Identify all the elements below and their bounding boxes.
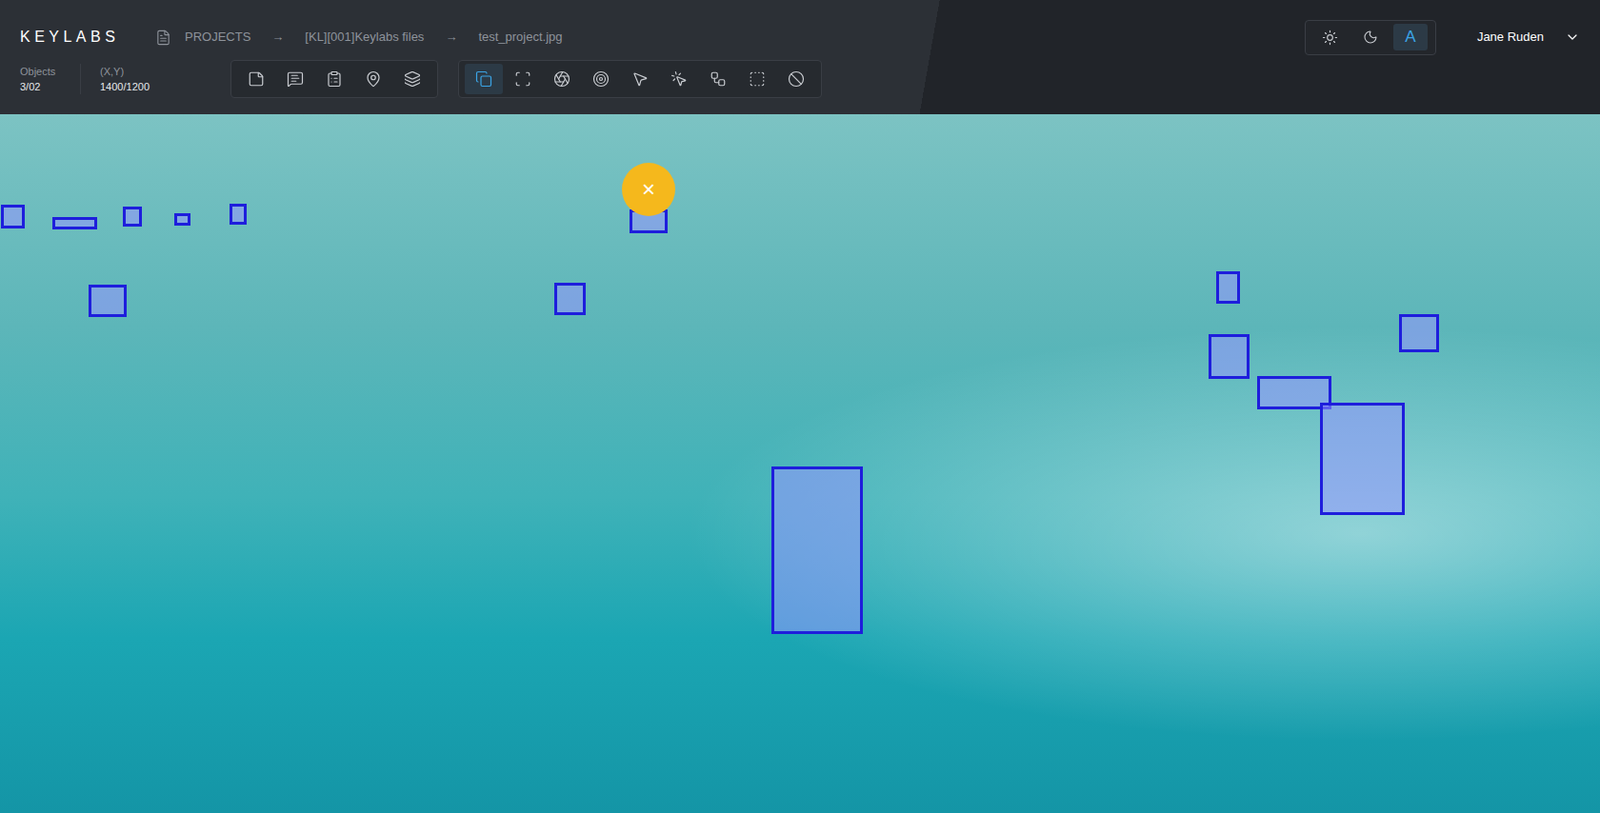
points-tool-button[interactable] [503,63,542,95]
pin-icon [364,70,382,88]
skeleton-tool-button[interactable] [699,63,738,95]
layers-tool-button[interactable] [393,63,432,95]
clear-icon [787,70,805,88]
pointer-tool-button[interactable] [620,63,660,95]
bounding-box[interactable] [174,213,191,226]
bounding-box[interactable] [122,206,142,227]
tool-group [230,60,439,99]
list-tool-button[interactable] [315,63,354,95]
theme-switcher: A [1304,20,1437,56]
bounding-box[interactable] [229,203,247,225]
comment-icon [286,70,304,88]
user-name: Jane Ruden [1477,27,1544,47]
image-canvas[interactable]: × [0,114,1600,813]
box-tool-button[interactable] [464,63,503,95]
bounding-box[interactable] [52,217,98,230]
stat-label: (X,Y) [100,63,234,80]
selection-icon [748,70,766,88]
pin-tool-button[interactable] [354,63,393,95]
breadcrumb: PROJECTS → [KL][001]Keylabs files → test_pro… [155,27,563,47]
click-tool-button[interactable] [660,63,699,95]
delete-box-button[interactable]: × [621,162,676,217]
top-row: KEYLABS PROJECTS → [KL][001]Keylabs files → t… [20,0,1580,60]
breadcrumb-item[interactable]: test_project.jpg [478,27,562,47]
polygon-tool-button[interactable] [542,63,581,95]
list-icon [325,70,343,88]
comment-tool-button[interactable] [276,63,315,95]
breadcrumb-item[interactable]: PROJECTS [184,27,251,47]
bounding-box[interactable] [0,204,25,229]
breadcrumb-item[interactable]: [KL][001]Keylabs files [304,27,424,47]
tool-row: Objects3/02(X,Y)1400/1200 [20,59,1580,100]
pointer-icon [631,70,649,88]
tool-group [458,60,822,99]
bounding-box[interactable] [1320,402,1405,516]
stat-label: Objects [20,63,73,80]
bounding-box[interactable] [1216,271,1240,304]
user-menu[interactable]: Jane Ruden [1477,27,1580,47]
target-icon [592,70,610,88]
polygon-icon [553,70,571,88]
breadcrumb-separator: → [437,27,465,47]
target-tool-button[interactable] [581,63,620,95]
stat-value: 1400/1200 [100,79,234,95]
box-icon [475,70,493,88]
theme-sun-button[interactable] [1313,23,1348,51]
points-icon [514,70,532,88]
stat-value: 3/02 [20,79,73,95]
bounding-box[interactable] [554,282,586,316]
stat: (X,Y)1400/1200 [80,63,234,95]
logo[interactable]: KEYLABS [20,25,156,49]
theme-moon-button[interactable] [1353,23,1388,51]
sun-icon [1321,29,1339,46]
breadcrumb-separator: → [263,27,292,47]
note-icon [247,70,265,88]
app: KEYLABS PROJECTS → [KL][001]Keylabs files → t… [0,0,1600,813]
moon-icon [1362,29,1379,45]
skeleton-icon [709,70,727,88]
breadcrumb-file-icon [155,29,172,46]
theme-text-button[interactable]: A [1393,23,1428,51]
bounding-box[interactable] [88,284,127,318]
layers-icon [403,70,421,88]
bounding-box[interactable] [1399,314,1440,353]
top-bar: KEYLABS PROJECTS → [KL][001]Keylabs files → t… [0,0,1600,115]
click-icon [670,70,688,88]
stat: Objects3/02 [20,63,81,95]
chevron-down-icon [1564,29,1580,45]
bounding-box[interactable] [1208,334,1250,380]
selection-tool-button[interactable] [738,63,777,95]
clear-tool-button[interactable] [777,63,816,95]
bounding-box[interactable] [771,466,863,635]
note-tool-button[interactable] [237,63,276,95]
